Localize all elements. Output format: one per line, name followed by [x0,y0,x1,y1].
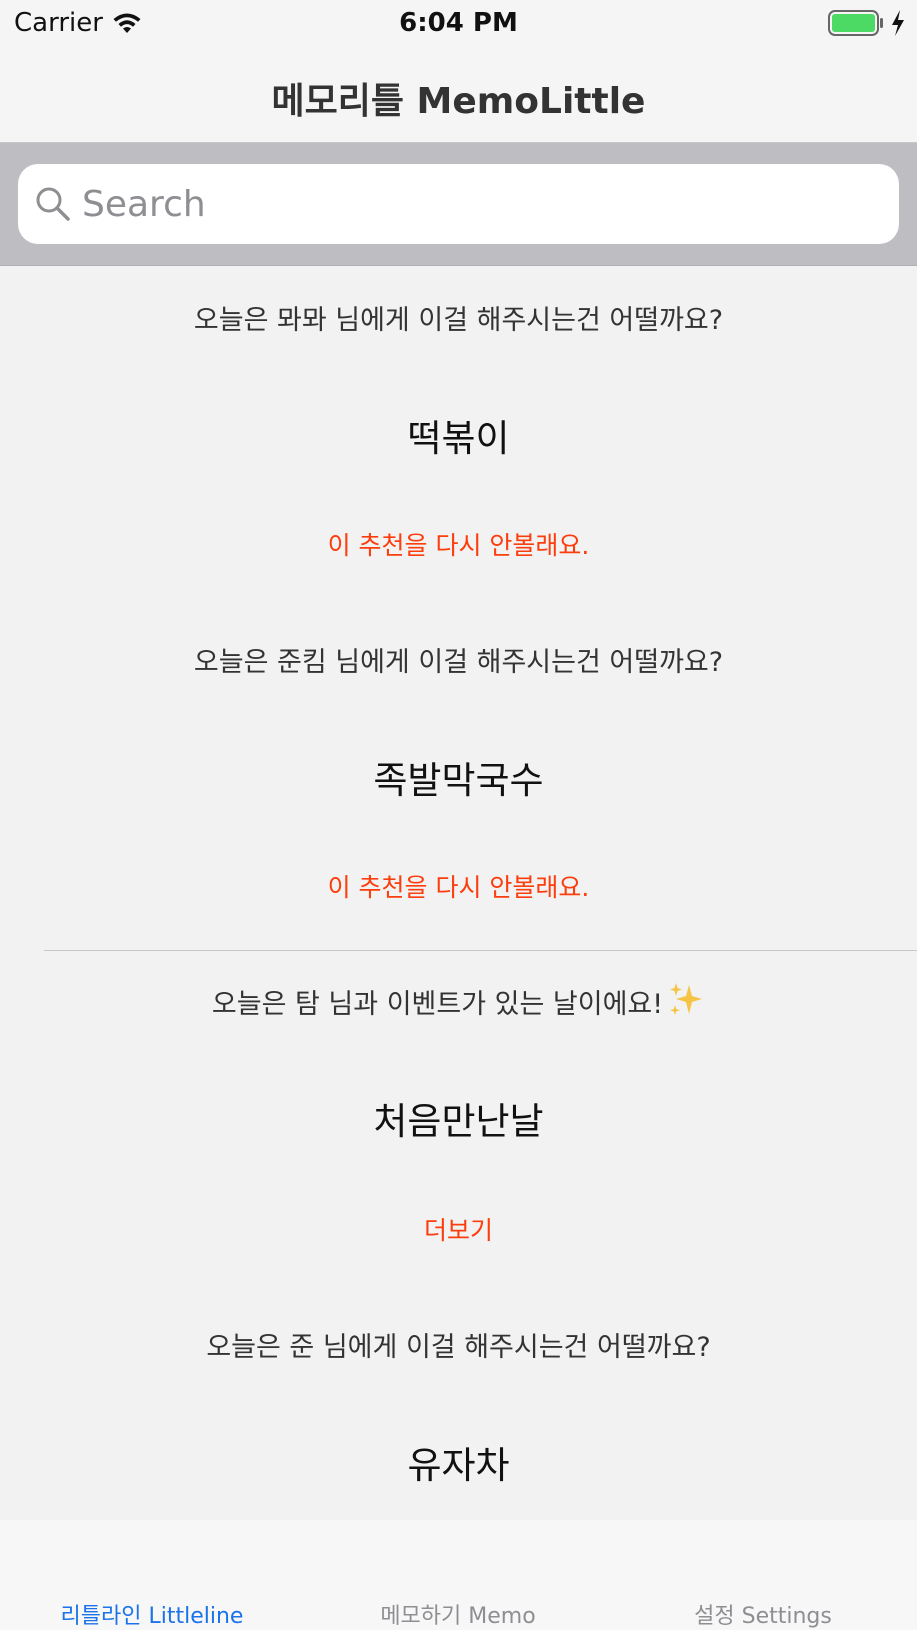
recommendation-item: 족발막국수 [373,759,544,802]
recommendation-item: 유자차 [407,1444,510,1487]
recommendation-card: 오늘은 뫄뫄 님에게 이걸 해주시는건 어떨까요? 떡볶이 이 추천을 다시 안… [0,266,917,608]
recommendation-list[interactable]: 오늘은 뫄뫄 님에게 이걸 해주시는건 어떨까요? 떡볶이 이 추천을 다시 안… [0,266,917,1520]
tab-memo[interactable]: 메모하기 Memo [308,1598,608,1630]
recommendation-item: 떡볶이 [407,417,510,460]
battery-icon [828,10,884,36]
page-title: 메모리틀 MemoLittle [271,81,646,122]
search-icon [34,185,72,223]
recommendation-card: 오늘은 준 님에게 이걸 해주시는건 어떨까요? 유자차 [0,1293,917,1520]
event-question: 오늘은 탐 님과 이벤트가 있는 날이에요! [0,981,917,1021]
tab-littleline[interactable]: 리틀라인 Littleline [2,1598,302,1630]
search-input[interactable] [82,164,882,244]
dismiss-recommendation-button[interactable]: 이 추천을 다시 안볼래요. [0,868,917,904]
status-time: 6:04 PM [399,8,518,38]
event-question-text: 오늘은 탐 님과 이벤트가 있는 날이에요! [211,989,664,1020]
sparkles-icon [667,981,705,1019]
recommendation-question: 오늘은 준킴 님에게 이걸 해주시는건 어떨까요? [193,647,724,678]
more-button[interactable]: 더보기 [0,1211,917,1247]
search-field[interactable] [18,164,899,244]
navigation-bar: 메모리틀 MemoLittle [0,46,917,143]
dismiss-recommendation-button[interactable]: 이 추천을 다시 안볼래요. [0,526,917,562]
search-bar [0,143,917,266]
recommendation-question: 오늘은 뫄뫄 님에게 이걸 해주시는건 어떨까요? [193,305,724,336]
tab-settings[interactable]: 설정 Settings [613,1598,913,1630]
tab-bar: 리틀라인 Littleline 메모하기 Memo 설정 Settings [0,1520,917,1630]
recommendation-question: 오늘은 준 님에게 이걸 해주시는건 어떨까요? [206,1332,711,1363]
recommendation-card: 오늘은 준킴 님에게 이걸 해주시는건 어떨까요? 족발막국수 이 추천을 다시… [0,608,917,950]
status-bar: Carrier 6:04 PM [0,0,917,46]
event-item: 처음만난날 [373,1100,544,1143]
event-card: 오늘은 탐 님과 이벤트가 있는 날이에요! 처음만난날 더보기 [0,951,917,1293]
charging-bolt-icon [890,9,906,37]
